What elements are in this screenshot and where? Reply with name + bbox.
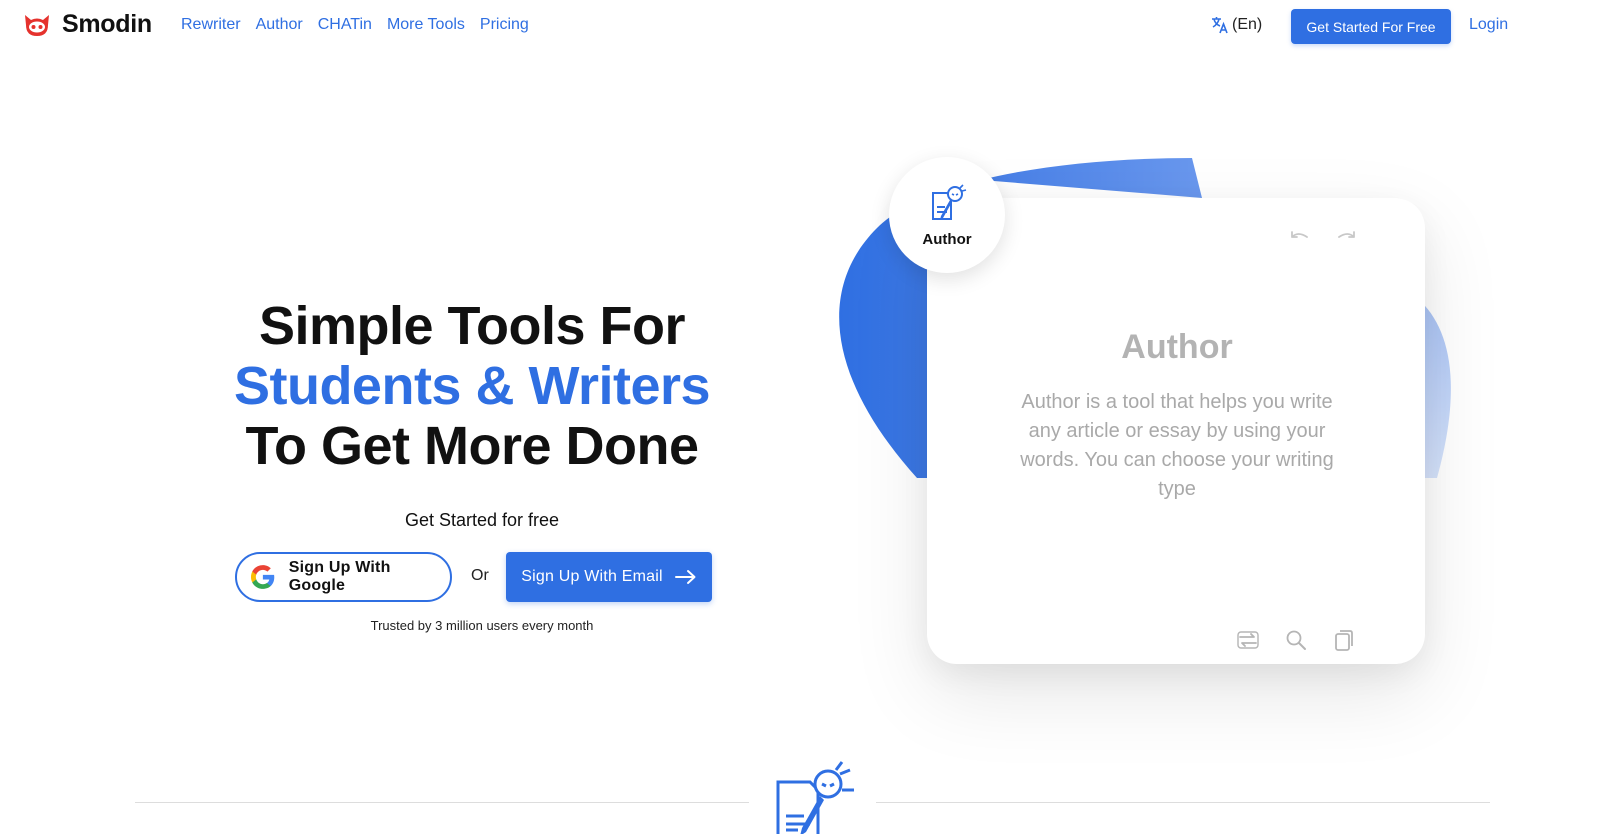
brand[interactable]: Smodin xyxy=(22,10,152,39)
top-navbar: Smodin Rewriter Author CHATin More Tools… xyxy=(0,0,1600,52)
section-divider-right xyxy=(876,802,1490,803)
sign-up-email-button[interactable]: Sign Up With Email xyxy=(506,552,712,602)
card-description: Author is a tool that helps you write an… xyxy=(1020,391,1334,500)
hero-title-line2: Students & Writers xyxy=(233,356,711,416)
login-link[interactable]: Login xyxy=(1469,16,1508,34)
rewrite-icon[interactable] xyxy=(1236,628,1260,652)
copy-icon[interactable] xyxy=(1332,628,1356,652)
translate-icon xyxy=(1212,17,1228,34)
nav-links: Rewriter Author CHATin More Tools Pricin… xyxy=(181,16,529,34)
section-divider-left xyxy=(135,802,749,803)
or-separator: Or xyxy=(471,567,489,584)
smodin-logo-icon xyxy=(25,14,49,36)
hero-title-line1: Simple Tools For xyxy=(258,296,686,356)
author-robot-icon xyxy=(932,184,967,220)
search-icon[interactable] xyxy=(1284,628,1308,652)
nav-link-pricing[interactable]: Pricing xyxy=(480,16,529,34)
brand-name: Smodin xyxy=(62,10,152,38)
google-icon xyxy=(250,565,275,589)
language-selector[interactable]: (En) xyxy=(1210,15,1262,35)
redo-icon[interactable] xyxy=(1336,230,1356,244)
hero-subtitle: Get Started for free xyxy=(404,510,560,530)
hero-title-line3: To Get More Done xyxy=(245,416,699,476)
nav-link-chatin[interactable]: CHATin xyxy=(318,16,372,34)
hero-title: Simple Tools For Students & Writers To G… xyxy=(232,296,712,476)
arrow-right-icon xyxy=(674,570,696,584)
nav-link-more-tools[interactable]: More Tools xyxy=(387,16,465,34)
author-robot-icon xyxy=(776,761,854,834)
nav-link-rewriter[interactable]: Rewriter xyxy=(181,16,241,34)
trusted-text: Trusted by 3 million users every month xyxy=(370,618,594,633)
card-title: Author xyxy=(1121,328,1233,366)
badge-label: Author xyxy=(922,231,972,248)
google-button-label: Sign Up With Google xyxy=(288,559,391,594)
undo-icon[interactable] xyxy=(1290,230,1310,244)
get-started-button[interactable]: Get Started For Free xyxy=(1291,9,1451,44)
sign-up-google-button[interactable]: Sign Up With Google xyxy=(235,552,452,602)
email-button-label: Sign Up With Email xyxy=(521,568,663,585)
nav-link-author[interactable]: Author xyxy=(256,16,303,34)
language-label: (En) xyxy=(1232,16,1263,33)
